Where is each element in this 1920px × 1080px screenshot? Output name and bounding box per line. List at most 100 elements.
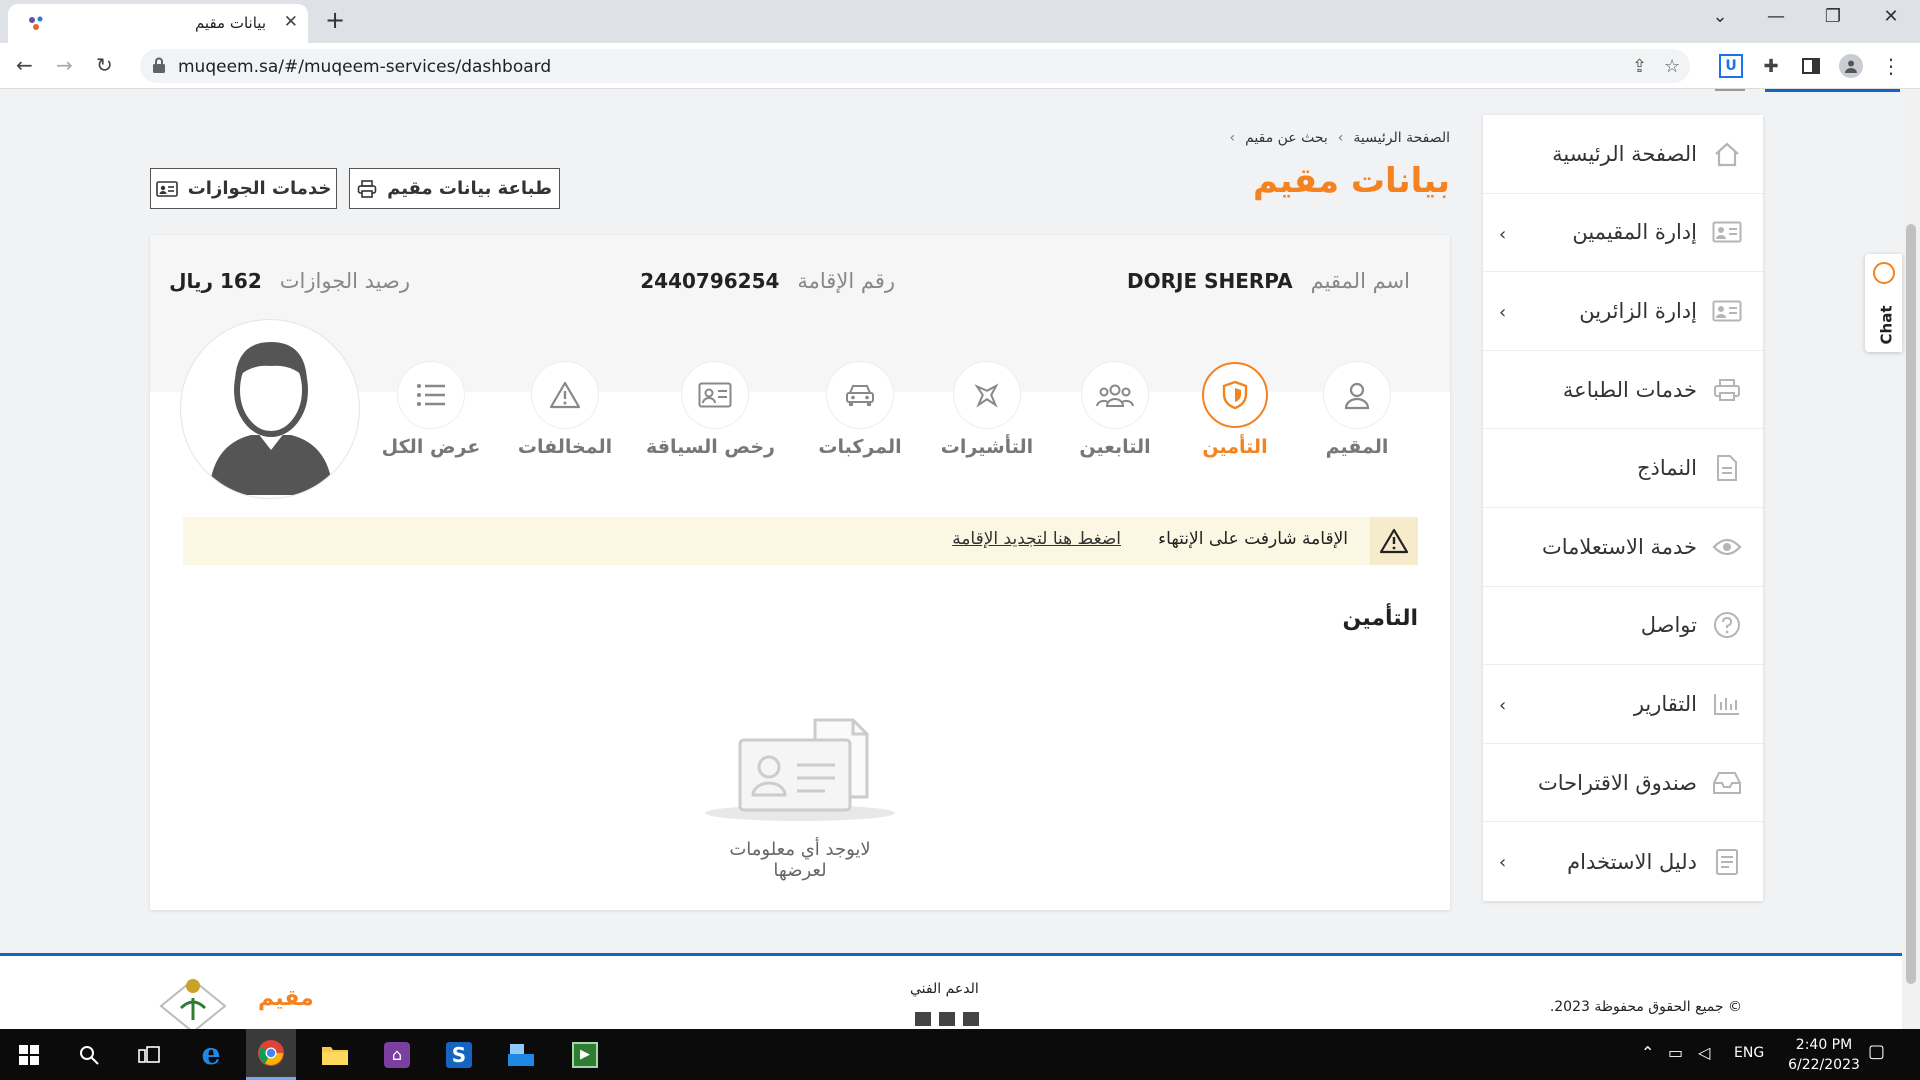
tab-visas[interactable]: التأشيرات [927, 362, 1047, 458]
iqama-expiry-alert: الإقامة شارفت على الإنتهاء اضغط هنا لتجد… [183, 517, 1418, 565]
edge-browser-icon[interactable]: e [186, 1029, 236, 1080]
chat-widget-button[interactable]: Chat [1865, 254, 1902, 352]
section-title: التأمين [1342, 606, 1418, 631]
empty-state-illustration [705, 718, 895, 821]
person-silhouette-icon [209, 342, 333, 495]
search-icon[interactable] [64, 1029, 114, 1080]
copyright-text: © جميع الحقوق محفوظة 2023. [1549, 999, 1742, 1015]
network-icon[interactable]: ▭ [1668, 1043, 1683, 1062]
tray-overflow-icon[interactable]: ⌃ [1641, 1043, 1654, 1062]
tab-label: التأشيرات [940, 436, 1034, 458]
windows-start-icon[interactable] [4, 1029, 54, 1080]
input-language[interactable]: ENG [1734, 1045, 1764, 1061]
tab-dependents[interactable]: التابعين [1055, 362, 1175, 458]
social-icon[interactable] [963, 1012, 979, 1026]
tab-view-all[interactable]: عرض الكل [371, 362, 491, 458]
page-footer: © جميع الحقوق محفوظة 2023. الدعم الفني م… [0, 953, 1902, 1029]
resident-card: اسم المقيم DORJE SHERPA رقم الإقامة 2440… [150, 235, 1450, 910]
breadcrumb-home[interactable]: الصفحة الرئيسية [1353, 130, 1450, 146]
sidebar-item-home[interactable]: الصفحة الرئيسية [1483, 115, 1763, 194]
minimize-icon[interactable]: — [1753, 6, 1799, 27]
media-app-icon[interactable]: ▶ [560, 1029, 610, 1080]
sidebar-item-residents[interactable]: ‹ إدارة المقيمين [1483, 194, 1763, 273]
share-icon[interactable]: ⇪ [1632, 56, 1647, 77]
tab-insurance[interactable]: التأمين [1175, 362, 1295, 458]
sidebar-item-contact[interactable]: تواصل [1483, 587, 1763, 666]
sidebar-item-label: صندوق الاقتراحات [1537, 770, 1697, 795]
blue-s-app-icon[interactable]: S [434, 1029, 484, 1080]
sidebar-item-reports[interactable]: ‹ التقارير [1483, 665, 1763, 744]
sidebar-handle [1715, 89, 1745, 91]
reload-icon[interactable]: ↻ [96, 53, 113, 77]
chrome-browser-icon[interactable] [246, 1029, 296, 1080]
sidebar-item-label: التقارير [1633, 691, 1697, 716]
alert-message: الإقامة شارفت على الإنتهاء [1158, 529, 1348, 549]
email-icon[interactable] [915, 1012, 931, 1026]
profile-avatar-icon[interactable] [1839, 54, 1863, 78]
scrollbar-thumb[interactable] [1906, 224, 1916, 984]
sidebar-item-user-guide[interactable]: ‹ دليل الاستخدام [1483, 822, 1763, 901]
passport-services-button[interactable]: خدمات الجوازات [150, 168, 337, 209]
print-resident-button[interactable]: طباعة بيانات مقيم [349, 168, 560, 209]
sidebar-item-label: تواصل [1640, 613, 1697, 638]
id-card-icon [1712, 300, 1742, 322]
purple-app-icon[interactable]: ⌂ [372, 1029, 422, 1080]
notifications-icon[interactable]: ▢ [1868, 1041, 1885, 1062]
sidebar: الصفحة الرئيسية ‹ إدارة المقيمين ‹ إدارة… [1483, 115, 1763, 901]
sidebar-item-printing[interactable]: خدمات الطباعة [1483, 351, 1763, 430]
renew-iqama-link[interactable]: اضغط هنا لتجديد الإقامة [952, 529, 1121, 549]
omnibox[interactable]: muqeem.sa/#/muqeem-services/dashboard ⇪ … [140, 49, 1690, 83]
extensions-puzzle-icon[interactable]: ✚ [1759, 54, 1783, 78]
restore-icon[interactable]: ❐ [1810, 6, 1856, 27]
tab-violations[interactable]: المخالفات [505, 362, 625, 458]
passport-balance-field: رصيد الجوازات 162 ريال [169, 269, 410, 293]
chart-icon [1714, 693, 1739, 715]
url-text: muqeem.sa/#/muqeem-services/dashboard [178, 57, 552, 77]
support-title: الدعم الفني [910, 981, 979, 997]
tab-close-icon[interactable]: ✕ [284, 12, 298, 32]
tab-label: رخص السياقة [645, 436, 775, 458]
window-close-icon[interactable]: ✕ [1868, 6, 1914, 27]
sidebar-item-label: إدارة المقيمين [1572, 220, 1697, 245]
plane-icon [974, 383, 999, 408]
passport-balance-value: 162 ريال [169, 269, 262, 293]
chevron-left-icon: ‹ [1499, 852, 1507, 874]
resident-name-field: اسم المقيم DORJE SHERPA [1127, 269, 1410, 293]
tab-driving-licenses[interactable]: رخص السياقة [645, 362, 775, 458]
sidebar-item-visitors[interactable]: ‹ إدارة الزائرين [1483, 272, 1763, 351]
home-icon [1715, 142, 1739, 166]
warning-icon [549, 381, 581, 409]
tab-vehicles[interactable]: المركبات [800, 362, 920, 458]
forward-icon[interactable]: → [56, 53, 73, 77]
browser-menu-icon[interactable]: ⋮ [1879, 54, 1903, 78]
sidebar-item-label: إدارة الزائرين [1579, 298, 1697, 323]
side-panel-icon[interactable] [1799, 54, 1823, 78]
tab-label: المقيم [1325, 436, 1389, 458]
address-bar-row: ← → ↻ muqeem.sa/#/muqeem-services/dashbo… [0, 43, 1920, 89]
file-explorer-icon[interactable] [310, 1029, 360, 1080]
sidebar-item-forms[interactable]: النماذج [1483, 429, 1763, 508]
windows-taskbar: e ⌂ S ▶ ⌃ ▭ ◁ ENG 2:40 PM 6/22/2023 ▢ [0, 1029, 1920, 1080]
id-card-icon [698, 382, 732, 408]
id-card-icon [155, 180, 178, 197]
document-app-icon[interactable] [496, 1029, 546, 1080]
question-icon [1714, 612, 1740, 639]
tab-resident[interactable]: المقيم [1297, 362, 1417, 458]
system-clock[interactable]: 2:40 PM 6/22/2023 [1778, 1035, 1870, 1075]
back-icon[interactable]: ← [16, 53, 33, 77]
sidebar-item-label: النماذج [1636, 456, 1697, 481]
tab-search-icon[interactable]: ⌄ [1697, 6, 1743, 27]
message-icon[interactable] [939, 1012, 955, 1026]
page-scrollbar[interactable] [1902, 89, 1920, 1029]
ui-extension-icon[interactable]: U [1719, 54, 1743, 78]
tab-label: عرض الكل [381, 436, 481, 458]
task-view-icon[interactable] [124, 1029, 174, 1080]
bookmark-star-icon[interactable]: ☆ [1664, 56, 1680, 77]
sidebar-item-suggestions[interactable]: صندوق الاقتراحات [1483, 744, 1763, 823]
breadcrumb-search-resident[interactable]: بحث عن مقيم [1245, 130, 1328, 146]
sidebar-item-inquiries[interactable]: خدمة الاستعلامات [1483, 508, 1763, 587]
volume-muted-icon[interactable]: ◁ [1698, 1043, 1710, 1062]
browser-tab[interactable]: بيانات مقيم ✕ [8, 4, 308, 43]
support-contact-icons [915, 1012, 979, 1026]
new-tab-button[interactable]: + [325, 6, 345, 34]
